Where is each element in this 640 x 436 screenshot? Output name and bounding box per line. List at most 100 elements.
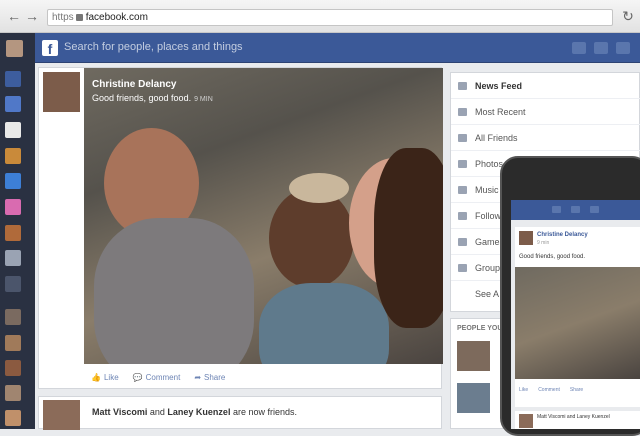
most-recent-icon [458, 108, 467, 116]
search-input[interactable]: Search for people, places and things [64, 41, 243, 53]
suggested-person-avatar[interactable] [457, 341, 490, 371]
author-avatar[interactable] [43, 72, 80, 112]
author-avatar[interactable] [519, 231, 533, 245]
gifts-icon[interactable] [5, 199, 21, 215]
more-chevron-icon[interactable] [5, 276, 21, 292]
nav-item-all-friends[interactable]: All Friends [451, 125, 640, 151]
news-feed-post: Matt Viscomi and Laney Kuenzel are now f… [38, 396, 442, 430]
phone-header-icons [552, 206, 599, 213]
friend-avatar[interactable] [5, 410, 21, 426]
nav-label: Follow [475, 211, 502, 221]
nav-label: Music [475, 185, 499, 195]
person-photo [94, 218, 254, 364]
like-button[interactable]: Like [519, 387, 528, 393]
forward-arrow-icon[interactable]: → [24, 8, 40, 24]
like-icon: 👍 [91, 373, 101, 382]
post-status-text: Good friends, good food. [92, 93, 192, 103]
games-icon[interactable] [5, 225, 21, 241]
url-host: facebook.com [85, 12, 148, 23]
comment-label: Comment [145, 373, 181, 382]
lock-icon [75, 13, 83, 21]
notifications-icon[interactable] [590, 206, 599, 213]
post-status-text: Good friends, good food. [519, 254, 586, 260]
left-sidebar [0, 33, 35, 429]
friend-requests-icon[interactable] [572, 42, 586, 54]
friend-requests-icon[interactable] [552, 206, 561, 213]
phone-post: Matt Viscomi and Laney Kuenzel [515, 411, 640, 429]
events-icon[interactable] [5, 122, 21, 138]
friend-avatar[interactable] [5, 309, 21, 325]
person-photo [269, 188, 354, 288]
share-label: Share [204, 373, 226, 382]
friend-avatar[interactable] [5, 360, 21, 376]
comment-button[interactable]: Comment [538, 387, 560, 393]
nav-label: See A [475, 289, 500, 299]
following-icon [458, 212, 467, 220]
browser-toolbar: ← → https facebook.com ↻ [0, 0, 640, 33]
friendship-story: Matt Viscomi and Laney Kuenzel [537, 414, 610, 420]
post-actions: 👍 Like 💬 Comment ➦ Share [91, 373, 225, 382]
post-photo[interactable] [515, 267, 640, 379]
messages-icon[interactable] [594, 42, 608, 54]
conjunction: and [149, 407, 165, 417]
phone-post: Christine Delancy 9 min Good friends, go… [515, 227, 640, 407]
post-author[interactable]: Christine Delancy [92, 79, 176, 90]
facebook-header: f Search for people, places and things [0, 33, 640, 63]
address-bar[interactable]: https facebook.com [47, 9, 613, 26]
like-button[interactable]: 👍 Like [91, 373, 119, 382]
share-icon: ➦ [194, 373, 202, 382]
phone-screen: Christine Delancy 9 min Good friends, go… [511, 200, 640, 429]
person-photo [374, 148, 443, 328]
friend-avatar[interactable] [5, 335, 21, 351]
news-feed-icon[interactable] [5, 71, 21, 87]
nav-label: Photos [475, 159, 504, 169]
friends-icon [458, 134, 467, 142]
back-arrow-icon[interactable]: ← [6, 8, 22, 24]
messages-icon[interactable] [571, 206, 580, 213]
messages-icon[interactable] [5, 96, 21, 112]
share-button[interactable]: Share [570, 387, 583, 393]
photos-icon [458, 160, 467, 168]
profile-avatar[interactable] [6, 40, 23, 57]
author-avatar[interactable] [519, 414, 533, 428]
notifications-icon[interactable] [616, 42, 630, 54]
person-photo [259, 283, 389, 364]
post-author[interactable]: Christine Delancy [537, 232, 588, 238]
facebook-logo-icon[interactable]: f [42, 40, 58, 57]
games-icon [458, 238, 467, 246]
share-button[interactable]: ➦ Share [194, 373, 225, 382]
post-status: Good friends, good food. 9 MIN [92, 93, 213, 103]
nav-label: Group [475, 263, 501, 273]
author-avatar[interactable] [43, 400, 80, 430]
comment-icon: 💬 [132, 373, 143, 382]
nav-label: News Feed [475, 81, 523, 91]
friendship-story: Matt Viscomi and Laney Kuenzel are now f… [92, 407, 297, 417]
post-time[interactable]: 9 MIN [194, 96, 213, 103]
groups-icon [458, 264, 467, 272]
phone-facebook-header [511, 200, 640, 220]
notes-icon[interactable] [5, 250, 21, 266]
reload-icon[interactable]: ↻ [620, 8, 636, 24]
suggested-person-avatar[interactable] [457, 383, 490, 413]
people-title: PEOPLE YOU [457, 325, 503, 332]
nav-item-most-recent[interactable]: Most Recent [451, 99, 640, 125]
photos-icon[interactable] [5, 148, 21, 164]
like-label: Like [103, 373, 119, 382]
header-icons [572, 42, 630, 54]
friend-name[interactable]: Laney Kuenzel [167, 407, 230, 417]
news-feed-icon [458, 82, 467, 90]
post-actions: Like Comment Share [519, 387, 583, 393]
person-photo [289, 173, 349, 203]
search-icon[interactable] [5, 173, 21, 189]
nav-label: Most Recent [475, 107, 526, 117]
friend-name[interactable]: Matt Viscomi [92, 407, 147, 417]
music-icon [458, 186, 467, 194]
nav-item-news-feed[interactable]: News Feed [451, 73, 640, 99]
url-scheme: https [52, 12, 74, 23]
story-suffix: are now friends. [232, 407, 298, 417]
friend-avatar[interactable] [5, 385, 21, 401]
post-photo[interactable] [84, 68, 443, 364]
news-feed-post: Christine Delancy Good friends, good foo… [38, 67, 443, 389]
comment-button[interactable]: 💬 Comment [133, 373, 181, 382]
post-time: 9 min [537, 240, 550, 246]
